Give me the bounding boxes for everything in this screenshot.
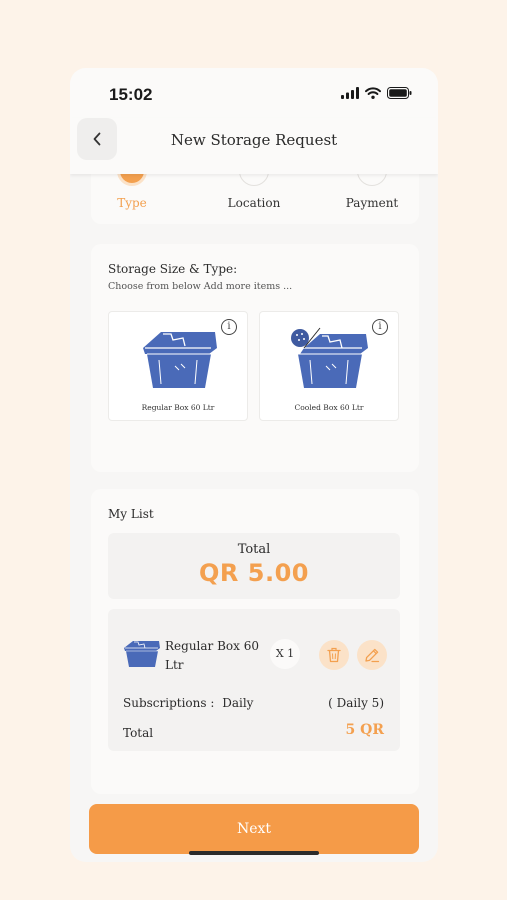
- step-type[interactable]: Type: [92, 156, 172, 210]
- signal-icon: [341, 87, 359, 99]
- app-header: New Storage Request: [70, 118, 438, 174]
- step-payment[interactable]: Payment: [332, 156, 412, 210]
- home-indicator: [189, 851, 319, 855]
- item-total-row: Total 5 QR: [123, 722, 385, 740]
- step-location[interactable]: Location: [214, 156, 294, 210]
- storage-size-subtitle: Choose from below Add more items ...: [108, 281, 293, 292]
- status-time: 15:02: [109, 85, 153, 104]
- regular-box-option[interactable]: i Regular Box 60 Ltr: [108, 311, 248, 421]
- my-list-card: My List Total QR 5.00 Regular Box 60 Ltr…: [91, 489, 419, 794]
- info-icon[interactable]: i: [221, 319, 237, 335]
- cooled-box-icon: [291, 327, 368, 388]
- edit-button[interactable]: [357, 640, 387, 670]
- subscription-label: Subscriptions :: [123, 696, 215, 710]
- cooled-box-label: Cooled Box 60 Ltr: [294, 403, 364, 412]
- step-indicator: Type Location Payment: [91, 156, 419, 224]
- regular-box-icon: [143, 332, 217, 388]
- wifi-icon: [365, 87, 381, 99]
- total-summary: Total QR 5.00: [108, 533, 400, 599]
- step-location-label: Location: [227, 196, 281, 210]
- page-title: New Storage Request: [170, 131, 338, 149]
- info-icon[interactable]: i: [372, 319, 388, 335]
- item-name: Regular Box 60 Ltr: [165, 639, 259, 672]
- subscription-row: Subscriptions : Daily ( Daily 5): [123, 696, 385, 710]
- my-list-title: My List: [108, 507, 154, 521]
- phone-screen: 15:02 New Storage Request Type Location …: [70, 68, 438, 862]
- battery-icon: [387, 87, 412, 99]
- storage-size-card: Storage Size & Type: Choose from below A…: [91, 244, 419, 472]
- total-label: Total: [237, 542, 271, 557]
- subscription-detail: ( Daily 5): [328, 696, 384, 710]
- regular-box-icon: [124, 641, 160, 667]
- total-value: QR 5.00: [199, 559, 309, 587]
- subscription-value: Daily: [222, 696, 254, 710]
- step-payment-label: Payment: [345, 196, 399, 210]
- cooled-box-option[interactable]: i Cooled Box 60 Ltr: [259, 311, 399, 421]
- list-item: Regular Box 60 Ltr X 1 Subscriptions : D…: [108, 609, 400, 751]
- item-total-value: 5 QR: [345, 722, 384, 738]
- status-icons: [341, 87, 412, 99]
- trash-icon: [327, 647, 341, 663]
- step-type-label: Type: [117, 196, 147, 210]
- next-button[interactable]: Next: [89, 804, 419, 854]
- delete-button[interactable]: [319, 640, 349, 670]
- regular-box-label: Regular Box 60 Ltr: [141, 403, 215, 412]
- status-bar: 15:02: [70, 68, 438, 118]
- item-quantity: X 1: [270, 639, 300, 669]
- item-total-label: Total: [123, 726, 154, 740]
- storage-size-title: Storage Size & Type:: [108, 262, 238, 276]
- edit-icon: [365, 648, 380, 663]
